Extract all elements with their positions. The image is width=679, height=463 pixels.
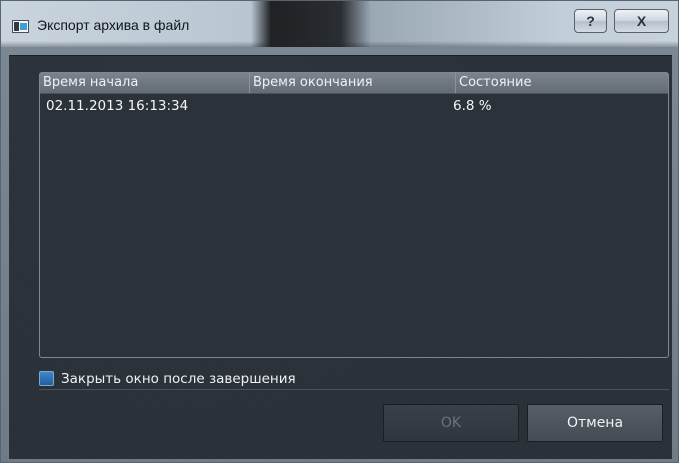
close-button[interactable]: X [614,9,669,33]
close-after-checkbox[interactable] [39,371,54,386]
title-bar[interactable]: Экспорт архива в файл ? X [1,1,678,47]
export-tasks-list[interactable]: Время начала Время окончания Состояние 0… [39,72,669,358]
list-row[interactable]: 02.11.2013 16:13:34 6.8 % [40,95,668,117]
dialog-content: Время начала Время окончания Состояние 0… [9,55,672,459]
column-header-end-time[interactable]: Время окончания [250,73,456,93]
ok-button[interactable]: OK [383,404,519,442]
close-after-label[interactable]: Закрыть окно после завершения [61,368,296,390]
help-button[interactable]: ? [574,9,607,33]
cell-status: 6.8 % [453,98,492,114]
column-header-start-time[interactable]: Время начала [40,73,250,93]
cancel-button[interactable]: Отмена [527,404,663,442]
window-title: Экспорт архива в файл [37,17,190,33]
list-header: Время начала Время окончания Состояние [40,73,668,94]
export-dialog-window: Экспорт архива в файл ? X Время начала В… [0,0,679,463]
separator [39,389,669,390]
app-window-icon [12,20,29,33]
column-header-status[interactable]: Состояние [456,73,668,93]
cell-start-time: 02.11.2013 16:13:34 [46,98,189,114]
